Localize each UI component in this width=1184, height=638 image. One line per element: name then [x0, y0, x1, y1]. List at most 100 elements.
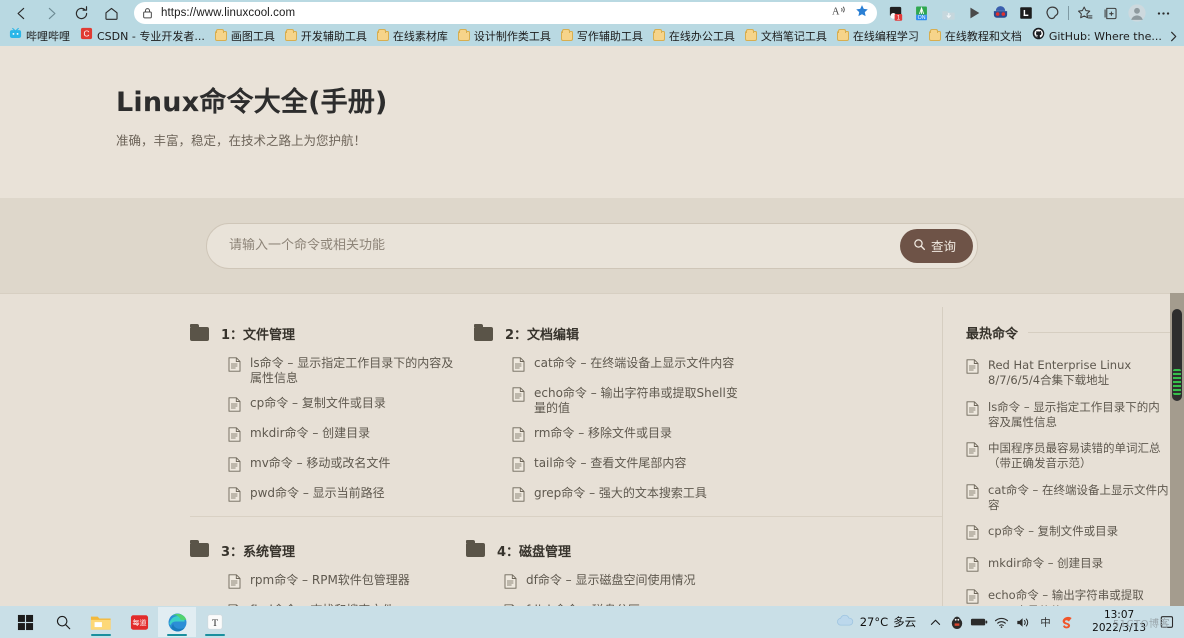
extension-ghost-icon[interactable] [1039, 1, 1065, 25]
command-link[interactable]: cat命令 – 在终端设备上显示文件内容 [534, 356, 734, 371]
file-explorer-icon[interactable] [82, 607, 120, 637]
chevron-up-icon[interactable] [924, 607, 946, 637]
bookmark-item[interactable]: 写作辅助工具 [556, 27, 648, 45]
hot-command-link[interactable]: cat命令 – 在终端设备上显示文件内容 [988, 483, 1170, 514]
back-button[interactable] [6, 1, 36, 25]
downloads-icon[interactable] [935, 1, 961, 25]
sidebar-title: 最热命令 [966, 327, 1019, 342]
category-section-3: 3：系统管理 rpm命令 – RPM软件包管理器 find命令 – 查找和搜索文… [190, 540, 466, 606]
qq-icon[interactable] [946, 607, 968, 637]
reload-button[interactable] [66, 1, 96, 25]
text-app-icon[interactable]: T [196, 607, 234, 637]
extension-l-icon[interactable] [1013, 1, 1039, 25]
bookmark-item[interactable]: 在线教程和文档 [924, 27, 1027, 45]
hot-command-link[interactable]: echo命令 – 输出字符串或提取Shell变量的值 [988, 588, 1170, 606]
extension-mask-icon[interactable] [987, 1, 1013, 25]
collections-badge-icon[interactable]: 1 [883, 1, 909, 25]
list-item[interactable]: rpm命令 – RPM软件包管理器 [228, 573, 466, 594]
media-play-icon[interactable] [961, 1, 987, 25]
command-link[interactable]: grep命令 – 强大的文本搜索工具 [534, 486, 707, 501]
search-icon[interactable] [44, 607, 82, 637]
list-item[interactable]: cp命令 – 复制文件或目录 [966, 524, 1184, 545]
address-bar[interactable]: https://www.linuxcool.com A [134, 2, 877, 24]
list-item[interactable]: grep命令 – 强大的文本搜索工具 [512, 486, 750, 507]
profile-avatar[interactable] [1124, 1, 1150, 25]
bookmark-item[interactable]: C CSDN - 专业开发者... [75, 26, 210, 46]
bookmark-item[interactable]: GitHub: Where the... [1027, 26, 1167, 46]
command-link[interactable]: ls命令 – 显示指定工作目录下的内容及属性信息 [250, 356, 455, 387]
list-item[interactable]: echo命令 – 输出字符串或提取Shell变量的值 [512, 386, 750, 417]
address-bar-text: https://www.linuxcool.com [161, 7, 296, 19]
sogou-icon[interactable] [1056, 607, 1078, 637]
list-item[interactable]: ls命令 – 显示指定工作目录下的内容及属性信息 [966, 400, 1184, 431]
bookmark-item[interactable]: 开发辅助工具 [280, 27, 372, 45]
bookmark-item[interactable]: 画图工具 [210, 27, 280, 45]
command-link[interactable]: mv命令 – 移动或改名文件 [250, 456, 390, 471]
list-item[interactable]: mkdir命令 – 创建目录 [228, 426, 466, 447]
notification-icon[interactable] [1156, 607, 1178, 637]
favorite-star-icon[interactable] [855, 4, 869, 23]
document-icon [966, 589, 979, 606]
command-link[interactable]: rm命令 – 移除文件或目录 [534, 426, 672, 441]
taskbar-clock[interactable]: 13:07 2022/3/13 [1078, 609, 1156, 635]
search-input[interactable] [229, 238, 900, 253]
read-aloud-icon[interactable]: A [832, 4, 847, 23]
bookmark-item[interactable]: 在线办公工具 [648, 27, 740, 45]
command-link[interactable]: mkdir命令 – 创建目录 [250, 426, 370, 441]
command-link[interactable]: df命令 – 显示磁盘空间使用情况 [526, 573, 695, 588]
bookmarks-overflow-button[interactable] [1164, 27, 1182, 45]
collections-icon[interactable] [1098, 1, 1124, 25]
volume-icon[interactable] [1012, 607, 1034, 637]
list-item[interactable]: mkdir命令 – 创建目录 [966, 556, 1184, 577]
taskbar-weather[interactable]: 27°C 多云 [828, 613, 924, 632]
command-link[interactable]: cp命令 – 复制文件或目录 [250, 396, 386, 411]
battery-icon[interactable] [968, 607, 990, 637]
microsoft-edge-icon[interactable] [158, 607, 196, 637]
hot-command-link[interactable]: mkdir命令 – 创建目录 [988, 556, 1103, 571]
command-link[interactable]: rpm命令 – RPM软件包管理器 [250, 573, 410, 588]
list-item[interactable]: df命令 – 显示磁盘空间使用情况 [504, 573, 742, 594]
hot-command-link[interactable]: 中国程序员最容易读错的单词汇总（带正确发音示范） [988, 441, 1170, 472]
command-link[interactable]: tail命令 – 查看文件尾部内容 [534, 456, 686, 471]
hot-command-link[interactable]: ls命令 – 显示指定工作目录下的内容及属性信息 [988, 400, 1170, 431]
bookmark-item[interactable]: 设计制作类工具 [453, 27, 556, 45]
windows-start-icon[interactable] [6, 607, 44, 637]
list-item[interactable]: tail命令 – 查看文件尾部内容 [512, 456, 750, 477]
folder-icon [836, 29, 849, 41]
hot-command-link[interactable]: cp命令 – 复制文件或目录 [988, 524, 1118, 539]
bookmark-item[interactable]: 文档笔记工具 [740, 27, 832, 45]
page-subtitle: 准确，丰富，稳定，在技术之路上为您护航！ [116, 133, 367, 148]
translate-on-icon[interactable]: ON [909, 1, 935, 25]
command-link[interactable]: pwd命令 – 显示当前路径 [250, 486, 385, 501]
list-item[interactable]: mv命令 – 移动或改名文件 [228, 456, 466, 477]
list-item[interactable]: Red Hat Enterprise Linux 8/7/6/5/4合集下载地址 [966, 358, 1184, 389]
search-button[interactable]: 查询 [899, 228, 973, 263]
bookmark-item[interactable]: 哔哩哔哩 [4, 26, 75, 46]
list-item[interactable]: echo命令 – 输出字符串或提取Shell变量的值 [966, 588, 1184, 606]
bookmark-item[interactable]: 在线素材库 [372, 27, 453, 45]
command-link[interactable]: echo命令 – 输出字符串或提取Shell变量的值 [534, 386, 739, 417]
list-item[interactable]: cat命令 – 在终端设备上显示文件内容 [512, 356, 750, 377]
bookmark-item[interactable]: 在线编程学习 [832, 27, 924, 45]
scrollbar-thumb[interactable] [1172, 309, 1182, 401]
wifi-icon[interactable] [990, 607, 1012, 637]
list-item[interactable]: rm命令 – 移除文件或目录 [512, 426, 750, 447]
list-item[interactable]: cat命令 – 在终端设备上显示文件内容 [966, 483, 1184, 514]
list-item[interactable]: ls命令 – 显示指定工作目录下的内容及属性信息 [228, 356, 466, 387]
bilibili-icon [9, 27, 22, 45]
favorites-icon[interactable] [1072, 1, 1098, 25]
search-band: 查询 [0, 198, 1184, 293]
folder-icon [474, 323, 493, 341]
page-scrollbar[interactable] [1170, 293, 1184, 606]
red-app-icon[interactable]: 每道 [120, 607, 158, 637]
list-item[interactable]: pwd命令 – 显示当前路径 [228, 486, 466, 507]
search-box[interactable]: 查询 [206, 222, 978, 269]
list-item[interactable]: 中国程序员最容易读错的单词汇总（带正确发音示范） [966, 441, 1184, 472]
hot-command-link[interactable]: Red Hat Enterprise Linux 8/7/6/5/4合集下载地址 [988, 358, 1170, 389]
home-button[interactable] [96, 1, 126, 25]
list-item[interactable]: cp命令 – 复制文件或目录 [228, 396, 466, 417]
ime-icon[interactable]: 中 [1034, 607, 1056, 637]
settings-more-icon[interactable] [1150, 1, 1176, 25]
forward-button[interactable] [36, 1, 66, 25]
browser-nav-row: https://www.linuxcool.com A 1 ON [0, 0, 1184, 26]
